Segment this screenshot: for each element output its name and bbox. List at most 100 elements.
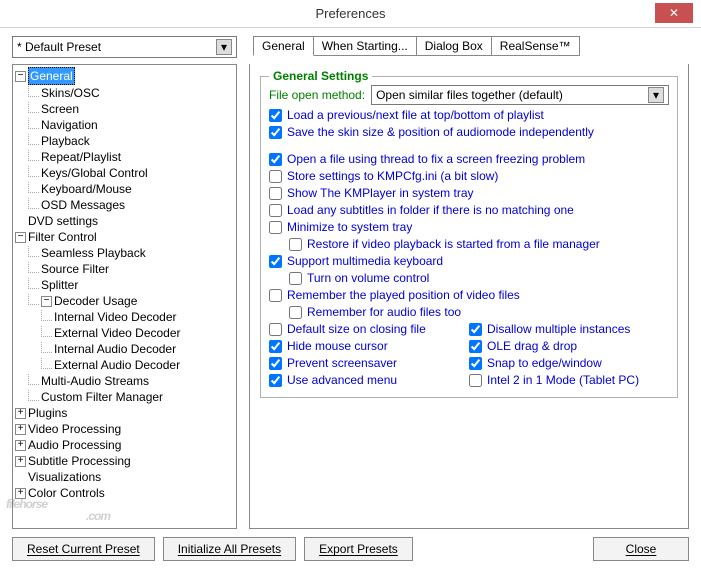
tab-dialog-box[interactable]: Dialog Box: [416, 36, 492, 56]
tree-item[interactable]: Custom Filter Manager: [28, 389, 234, 405]
cb-disallow-multiple[interactable]: Disallow multiple instances: [469, 321, 669, 338]
cb-load-subtitles[interactable]: Load any subtitles in folder if there is…: [269, 202, 669, 219]
cb-multimedia-keyboard[interactable]: Support multimedia keyboard: [269, 253, 669, 270]
reset-preset-button[interactable]: Reset Current Preset: [12, 537, 155, 561]
collapse-icon[interactable]: −: [15, 232, 26, 243]
tree-label: Visualizations: [28, 469, 101, 485]
tree-item-filter-control[interactable]: − Filter Control: [15, 229, 234, 245]
tree-item-color-controls[interactable]: + Color Controls: [15, 485, 234, 501]
tree-item[interactable]: Internal Video Decoder: [41, 309, 234, 325]
cb-store-ini[interactable]: Store settings to KMPCfg.ini (a bit slow…: [269, 168, 669, 185]
tree-item-visualizations[interactable]: Visualizations: [15, 469, 234, 485]
tree-item[interactable]: Keyboard/Mouse: [28, 181, 234, 197]
checkbox[interactable]: [269, 170, 282, 183]
tree-item[interactable]: Splitter: [28, 277, 234, 293]
cb-tablet-mode[interactable]: Intel 2 in 1 Mode (Tablet PC): [469, 372, 669, 389]
collapse-icon[interactable]: −: [41, 296, 52, 307]
tree-item[interactable]: Source Filter: [28, 261, 234, 277]
checkbox[interactable]: [269, 126, 282, 139]
checkbox[interactable]: [469, 357, 482, 370]
cb-volume-control[interactable]: Turn on volume control: [289, 270, 669, 287]
content-area: * Default Preset ▾ General When Starting…: [0, 28, 701, 573]
tree-item[interactable]: External Audio Decoder: [41, 357, 234, 373]
cb-load-prev-next[interactable]: Load a previous/next file at top/bottom …: [269, 107, 669, 124]
tree-item[interactable]: Screen: [28, 101, 234, 117]
cb-hide-cursor[interactable]: Hide mouse cursor: [269, 338, 469, 355]
checkbox[interactable]: [289, 306, 302, 319]
checkbox[interactable]: [269, 255, 282, 268]
expand-icon[interactable]: +: [15, 440, 26, 451]
checkbox[interactable]: [289, 238, 302, 251]
tree-item-dvd[interactable]: DVD settings: [15, 213, 234, 229]
checkbox[interactable]: [269, 374, 282, 387]
tree-item[interactable]: Navigation: [28, 117, 234, 133]
checkbox[interactable]: [269, 109, 282, 122]
group-title: General Settings: [269, 69, 372, 83]
tree-item[interactable]: OSD Messages: [28, 197, 234, 213]
cb-restore-playback[interactable]: Restore if video playback is started fro…: [289, 236, 669, 253]
cb-open-thread[interactable]: Open a file using thread to fix a screen…: [269, 151, 669, 168]
checkbox[interactable]: [269, 153, 282, 166]
expand-icon[interactable]: +: [15, 456, 26, 467]
tree-item[interactable]: Skins/OSC: [28, 85, 234, 101]
tree-panel[interactable]: − General Skins/OSCScreenNavigationPlayb…: [12, 64, 237, 529]
tree-item[interactable]: Multi-Audio Streams: [28, 373, 234, 389]
cb-remember-position[interactable]: Remember the played position of video fi…: [269, 287, 669, 304]
cb-label: Default size on closing file: [287, 321, 426, 338]
tree-item-decoder-usage[interactable]: −Decoder Usage: [28, 293, 234, 309]
tree-item[interactable]: Repeat/Playlist: [28, 149, 234, 165]
cb-default-size[interactable]: Default size on closing file: [269, 321, 469, 338]
close-button[interactable]: Close: [593, 537, 689, 561]
tab-general[interactable]: General: [253, 36, 314, 56]
window-titlebar: Preferences ✕: [0, 0, 701, 28]
tree-item[interactable]: External Video Decoder: [41, 325, 234, 341]
expand-icon[interactable]: +: [15, 408, 26, 419]
expand-icon[interactable]: +: [15, 424, 26, 435]
checkbox[interactable]: [269, 221, 282, 234]
collapse-icon[interactable]: −: [15, 71, 26, 82]
tree-label: Repeat/Playlist: [41, 149, 121, 165]
tree-item-video-processing[interactable]: + Video Processing: [15, 421, 234, 437]
checkbox[interactable]: [269, 187, 282, 200]
tree-label: OSD Messages: [41, 197, 125, 213]
window-close-button[interactable]: ✕: [655, 3, 693, 23]
category-tree: − General Skins/OSCScreenNavigationPlayb…: [15, 67, 234, 501]
checkbox[interactable]: [469, 374, 482, 387]
tree-item[interactable]: Seamless Playback: [28, 245, 234, 261]
checkbox[interactable]: [469, 340, 482, 353]
cb-save-skin-size[interactable]: Save the skin size & position of audiomo…: [269, 124, 669, 141]
tree-label: DVD settings: [28, 213, 98, 229]
tree-item-subtitle-processing[interactable]: + Subtitle Processing: [15, 453, 234, 469]
tree-item-plugins[interactable]: + Plugins: [15, 405, 234, 421]
cb-show-tray[interactable]: Show The KMPlayer in system tray: [269, 185, 669, 202]
cb-prevent-screensaver[interactable]: Prevent screensaver: [269, 355, 469, 372]
tab-when-starting[interactable]: When Starting...: [313, 36, 417, 56]
checkbox[interactable]: [269, 204, 282, 217]
cb-remember-audio[interactable]: Remember for audio files too: [289, 304, 669, 321]
checkbox[interactable]: [289, 272, 302, 285]
cb-advanced-menu[interactable]: Use advanced menu: [269, 372, 469, 389]
initialize-presets-button[interactable]: Initialize All Presets: [163, 537, 296, 561]
checkbox[interactable]: [269, 323, 282, 336]
tree-item[interactable]: Keys/Global Control: [28, 165, 234, 181]
tree-label: Video Processing: [28, 421, 121, 437]
export-presets-button[interactable]: Export Presets: [304, 537, 413, 561]
preset-select[interactable]: * Default Preset ▾: [12, 36, 237, 58]
cb-ole-drag[interactable]: OLE drag & drop: [469, 338, 669, 355]
tree-item-general[interactable]: − General: [15, 67, 234, 85]
checkbox[interactable]: [469, 323, 482, 336]
tab-realsense[interactable]: RealSense™: [491, 36, 580, 56]
cb-snap-edge[interactable]: Snap to edge/window: [469, 355, 669, 372]
tree-item-audio-processing[interactable]: + Audio Processing: [15, 437, 234, 453]
checkbox[interactable]: [269, 340, 282, 353]
checkbox[interactable]: [269, 357, 282, 370]
cb-label: Open a file using thread to fix a screen…: [287, 151, 585, 168]
expand-icon[interactable]: +: [15, 488, 26, 499]
cb-minimize-tray[interactable]: Minimize to system tray: [269, 219, 669, 236]
checkbox[interactable]: [269, 289, 282, 302]
file-open-method-select[interactable]: Open similar files together (default) ▾: [371, 85, 669, 105]
tree-label: Filter Control: [28, 229, 97, 245]
tree-item[interactable]: Internal Audio Decoder: [41, 341, 234, 357]
tree-label: External Audio Decoder: [54, 357, 180, 373]
tree-item[interactable]: Playback: [28, 133, 234, 149]
